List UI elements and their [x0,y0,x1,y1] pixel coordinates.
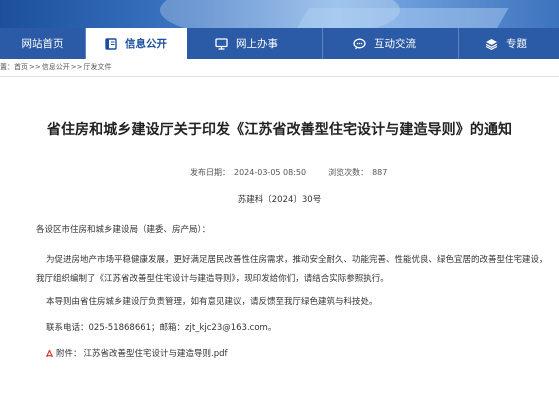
nav-interaction[interactable]: 互动交流 [323,28,459,59]
body-paragraph: 为促进房地产市场平稳健康发展，更好满足居民改善性住房需求，推动安全耐久、功能完善… [36,255,548,284]
nav-topics-label: 专题 [506,38,527,50]
breadcrumb: 置：首页>>信息公开>>厅发文件 [0,62,111,72]
attachment-row: 附件： 江苏省改善型住宅设计与建造导则.pdf [45,347,228,359]
banner-decoration [291,8,509,28]
management-note: 本导则由省住房城乡建设厅负责管理，如有意见建议，请反馈至我厅绿色建筑与科技处。 [46,297,378,307]
main-nav: 网站首页 信息公开 网上办事 互动交流 专题 [0,28,559,59]
breadcrumb-separator: >> [29,63,41,71]
breadcrumb-item-home[interactable]: 首页 [14,62,28,72]
breadcrumb-separator: >> [70,63,83,71]
monitor-icon [215,37,228,50]
pdf-icon [45,349,54,358]
article-meta: 发布日期： 2024-03-05 08:50 浏览次数： 887 [190,167,391,178]
nav-interaction-label: 互动交流 [374,38,416,50]
attachment-link[interactable]: 江苏省改善型住宅设计与建造导则.pdf [84,347,228,359]
breadcrumb-item-documents[interactable]: 厅发文件 [83,62,111,72]
nav-info-public[interactable]: 信息公开 [86,28,187,59]
nav-home-label: 网站首页 [21,38,64,50]
layers-icon [485,38,498,50]
contact-info: 联系电话：025-51868661；邮箱：zjt_kjc23@163.com。 [46,323,277,333]
breadcrumb-item-info-public[interactable]: 信息公开 [42,62,70,72]
document-number: 苏建科〔2024〕30号 [237,195,322,205]
views-label: 浏览次数： [328,168,369,177]
page-title: 省住房和城乡建设厅关于印发《江苏省改善型住宅设计与建造导则》的通知 [46,122,513,138]
views-count: 887 [372,168,388,177]
nav-topics[interactable]: 专题 [459,28,559,59]
breadcrumb-prefix: 置： [0,63,14,71]
chat-icon [353,38,366,50]
nav-home[interactable]: 网站首页 [0,28,86,59]
top-banner [0,0,559,28]
publish-date-label: 发布日期： [190,168,230,177]
publish-date: 2024-03-05 08:50 [234,168,307,177]
salutation: 各设区市住房和城乡建设局（建委、房产局）： [36,225,211,235]
document-icon [105,37,117,50]
nav-online-service[interactable]: 网上办事 [187,28,323,59]
nav-online-service-label: 网上办事 [236,38,278,50]
attachment-label: 附件： [56,349,82,359]
breadcrumb-divider [0,76,559,77]
nav-info-public-label: 信息公开 [125,38,167,50]
